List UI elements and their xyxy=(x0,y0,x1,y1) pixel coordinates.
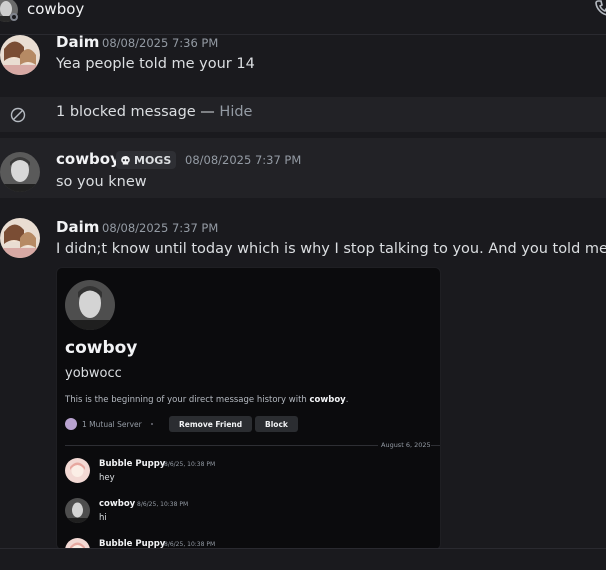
message-author[interactable]: cowboy xyxy=(56,150,120,168)
server-icon xyxy=(65,418,77,430)
hide-blocked-link[interactable]: Hide xyxy=(219,104,252,120)
message-group: Daim 08/08/2025 7:37 PM I didn;t know un… xyxy=(0,218,606,258)
remove-friend-button: Remove Friend xyxy=(169,416,253,432)
channel-header: cowboy xyxy=(0,0,606,35)
date-divider xyxy=(65,445,378,446)
dm-beginning-text: This is the beginning of your direct mes… xyxy=(65,395,348,405)
message-text: hey xyxy=(99,473,115,483)
channel-title[interactable]: cowboy xyxy=(27,0,84,18)
blocked-message-text: 1 blocked message — Hide xyxy=(56,104,252,120)
message-text: I didn;t know until today which is why I… xyxy=(56,241,606,257)
message-text: Yea people told me your 14 xyxy=(56,56,255,72)
avatar[interactable] xyxy=(0,35,40,75)
guild-tag-text: MOGS xyxy=(134,153,172,167)
message-group: cowboy so you knew 08/08/2025 7:37 PM xyxy=(0,150,606,200)
profile-name: cowboy xyxy=(65,338,138,358)
message-timestamp: 08/08/2025 7:36 PM xyxy=(102,36,219,50)
message-input-area[interactable] xyxy=(0,548,606,570)
profile-avatar xyxy=(65,280,115,330)
dm-beginning-end: . xyxy=(345,395,349,405)
date-divider-label: August 6, 2025 xyxy=(381,441,431,449)
blocked-icon xyxy=(10,107,26,123)
message-timestamp: 08/08/2025 7:37 PM xyxy=(185,153,302,167)
message-timestamp: 8/6/25, 10:38 PM xyxy=(137,501,189,508)
message-author: Bubble Puppy xyxy=(99,459,166,469)
block-button: Block xyxy=(255,416,298,432)
dm-beginning-name: cowboy xyxy=(309,395,346,405)
message-timestamp: 8/6/25, 10:38 PM xyxy=(164,461,216,468)
image-attachment[interactable]: cowboy yobwocc This is the beginning of … xyxy=(56,267,441,550)
message-timestamp: 08/08/2025 7:37 PM xyxy=(102,221,219,235)
avatar xyxy=(65,458,90,483)
message-timestamp: 8/6/25, 10:38 PM xyxy=(164,541,216,548)
message-text: hi xyxy=(99,513,107,523)
skull-icon xyxy=(121,155,130,164)
avatar[interactable] xyxy=(0,152,40,192)
message-author[interactable]: Daim xyxy=(56,33,99,51)
mutual-servers-label: 1 Mutual Server xyxy=(82,419,142,429)
separator-dot xyxy=(150,423,153,425)
avatar[interactable] xyxy=(0,218,40,258)
dm-beginning-prefix: This is the beginning of your direct mes… xyxy=(65,395,310,405)
message-text: so you knew xyxy=(56,174,147,190)
phone-icon[interactable] xyxy=(593,0,606,18)
mutual-servers: 1 Mutual Server xyxy=(65,417,157,431)
offline-status-icon xyxy=(10,13,18,21)
guild-tag-badge[interactable]: MOGS xyxy=(116,151,177,169)
date-divider-tail xyxy=(431,445,440,446)
profile-username: yobwocc xyxy=(65,366,122,381)
message-author: cowboy xyxy=(99,499,136,509)
message-author[interactable]: Daim xyxy=(56,218,99,236)
avatar xyxy=(65,498,90,523)
message-group: Daim 08/08/2025 7:36 PM Yea people told … xyxy=(0,33,606,95)
blocked-count: 1 blocked message — xyxy=(56,104,220,120)
blocked-message-row: 1 blocked message — Hide xyxy=(0,97,606,132)
